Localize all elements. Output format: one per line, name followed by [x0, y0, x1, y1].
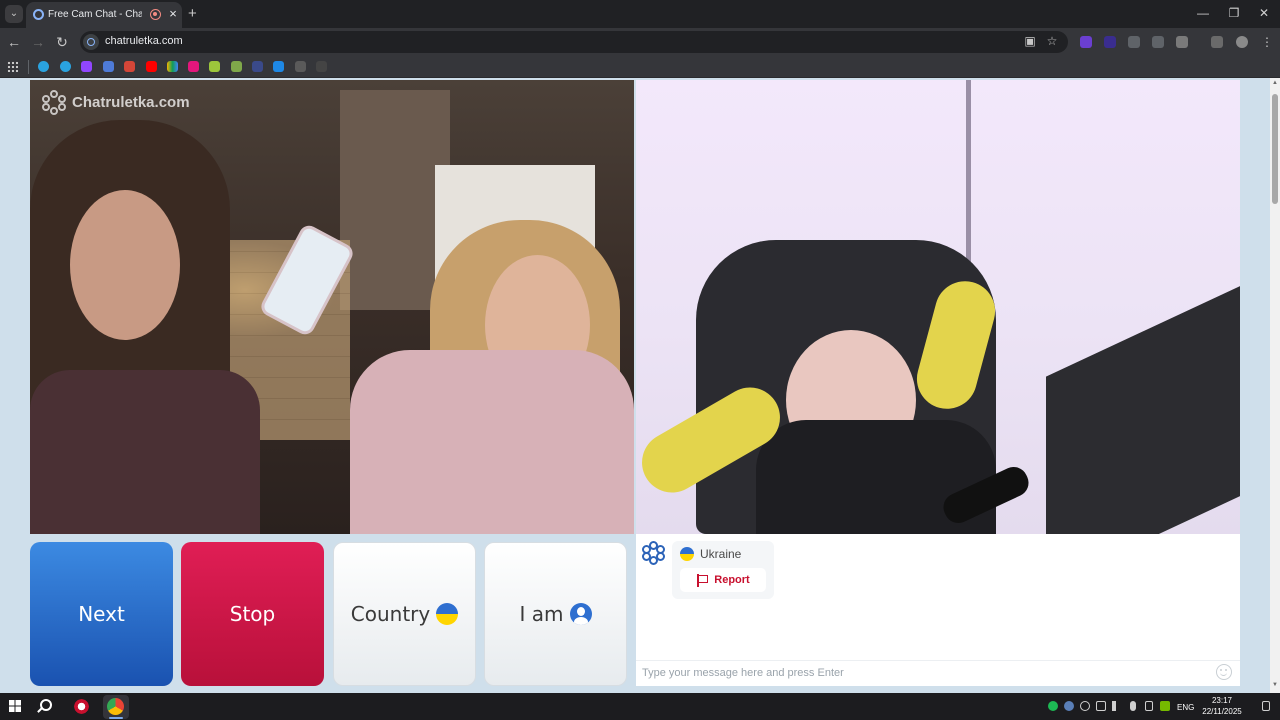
url-text[interactable]: chatruletka.com	[105, 35, 183, 47]
bookmark-icon[interactable]	[167, 61, 178, 72]
install-app-icon[interactable]: ▣	[1023, 34, 1037, 48]
scroll-thumb[interactable]	[1272, 94, 1278, 204]
bookmark-gmail-icon[interactable]	[124, 61, 135, 72]
taskbar-search-icon[interactable]	[40, 699, 52, 711]
reload-button[interactable]: ↻	[53, 34, 71, 50]
chrome-taskbar-icon[interactable]	[107, 698, 124, 715]
reading-list-icon[interactable]	[1211, 36, 1223, 48]
bookmark-star-icon[interactable]: ☆	[1045, 34, 1059, 48]
volume-tray-icon[interactable]	[1112, 701, 1122, 711]
gender-button-label: I am	[519, 602, 564, 626]
tab-title: Free Cam Chat - Chatruletka	[48, 9, 142, 20]
person-left-face	[70, 190, 180, 340]
minimize-button[interactable]: —	[1193, 6, 1213, 20]
browser-menu-icon[interactable]: ⋮	[1258, 34, 1276, 50]
new-tab-button[interactable]: +	[188, 5, 197, 22]
recording-indicator-icon	[150, 9, 161, 20]
male-avatar-icon	[569, 603, 592, 625]
report-flag-icon	[696, 573, 709, 587]
light-stand	[966, 80, 971, 280]
next-button[interactable]: Next	[30, 542, 173, 686]
bookmark-icon[interactable]	[316, 61, 327, 72]
battery-tray-icon[interactable]	[1145, 701, 1153, 711]
spotify-tray-icon[interactable]	[1048, 701, 1058, 711]
bookmark-twitch-icon[interactable]	[81, 61, 92, 72]
next-button-label: Next	[78, 602, 125, 626]
address-bar[interactable]: chatruletka.com ▣ ☆	[80, 31, 1068, 53]
site-info-icon[interactable]	[83, 34, 99, 50]
bookmark-icon[interactable]	[273, 61, 284, 72]
extension-icon[interactable]	[1104, 36, 1116, 48]
gender-button[interactable]: I am	[484, 542, 627, 686]
nvidia-tray-icon[interactable]	[1160, 701, 1170, 711]
close-window-button[interactable]: ✕	[1254, 6, 1274, 20]
chat-divider	[636, 660, 1240, 661]
ukraine-flag-icon	[436, 603, 459, 625]
bookmark-icon[interactable]	[209, 61, 220, 72]
extension-icon[interactable]	[1080, 36, 1092, 48]
apps-grid-icon[interactable]	[7, 61, 18, 72]
bookmark-youtube-icon[interactable]	[146, 61, 157, 72]
taskbar-app-icon[interactable]	[73, 698, 90, 715]
bookmark-telegram-icon[interactable]	[60, 61, 71, 72]
emoji-smiley-icon[interactable]	[1216, 664, 1232, 680]
chrome-tray-icon[interactable]	[1080, 701, 1090, 711]
clock-date: 22/11/2025	[1202, 707, 1242, 716]
back-button[interactable]: ←	[5, 34, 23, 50]
tab-strip: ⌄ Free Cam Chat - Chatruletka × + — ❐ ✕	[0, 0, 1280, 28]
partner-country-name: Ukraine	[700, 547, 742, 561]
scroll-down-icon[interactable]: ▼	[1271, 682, 1279, 688]
brand-logo: Chatruletka.com	[42, 90, 190, 115]
profile-avatar[interactable]	[1236, 36, 1248, 48]
extensions-puzzle-icon[interactable]	[1176, 36, 1188, 48]
extension-icon[interactable]	[1128, 36, 1140, 48]
chat-logo-icon	[642, 541, 666, 565]
windows-start-icon[interactable]	[9, 700, 21, 712]
taskbar-clock[interactable]: 23:17 22/11/2025	[1196, 695, 1248, 717]
person-right-robe	[350, 350, 634, 534]
bookmarks-bar	[0, 56, 1280, 78]
monitor	[1046, 283, 1240, 534]
report-label: Report	[714, 574, 750, 586]
restore-button[interactable]: ❐	[1224, 6, 1244, 20]
stop-button[interactable]: Stop	[181, 542, 324, 686]
microphone-tray-icon[interactable]	[1130, 701, 1136, 711]
scroll-up-icon[interactable]: ▲	[1271, 80, 1279, 86]
bookmark-telegram-icon[interactable]	[38, 61, 49, 72]
brand-text: Chatruletka.com	[72, 93, 190, 111]
language-indicator[interactable]: ENG	[1177, 703, 1194, 712]
active-tab[interactable]: Free Cam Chat - Chatruletka ×	[26, 2, 182, 28]
stop-button-label: Stop	[229, 602, 276, 626]
bookmark-icon[interactable]	[295, 61, 306, 72]
self-video	[636, 80, 1240, 534]
kitchen-cabinet	[340, 90, 450, 310]
extension-icon[interactable]	[1152, 36, 1164, 48]
chat-message-input[interactable]	[642, 664, 1202, 682]
partner-video	[30, 80, 634, 534]
bookmark-icon[interactable]	[252, 61, 263, 72]
clock-time: 23:17	[1211, 696, 1233, 705]
bookmarks-divider	[28, 60, 29, 74]
display-tray-icon[interactable]	[1096, 701, 1106, 711]
report-button[interactable]: Report	[680, 568, 766, 592]
bookmark-icon[interactable]	[231, 61, 242, 72]
steam-tray-icon[interactable]	[1064, 701, 1074, 711]
chatruletka-logo-icon	[42, 90, 66, 115]
bookmark-icon[interactable]	[188, 61, 199, 72]
country-button-label: Country	[350, 602, 431, 626]
forward-button[interactable]: →	[29, 34, 47, 50]
partner-country: Ukraine	[680, 547, 741, 561]
page-scrollbar[interactable]: ▲ ▼	[1270, 78, 1280, 693]
bookmark-icon[interactable]	[103, 61, 114, 72]
tab-search-button[interactable]: ⌄	[5, 5, 23, 23]
site-favicon-icon	[33, 9, 44, 20]
country-button[interactable]: Country	[333, 542, 476, 686]
ukraine-flag-icon	[680, 547, 694, 561]
person-left-clothing	[30, 370, 260, 534]
close-tab-icon[interactable]: ×	[166, 6, 180, 21]
active-app-indicator	[109, 717, 123, 719]
browser-toolbar: ← → ↻ chatruletka.com ▣ ☆ ⋮	[0, 28, 1280, 56]
notification-icon[interactable]	[1262, 701, 1270, 711]
